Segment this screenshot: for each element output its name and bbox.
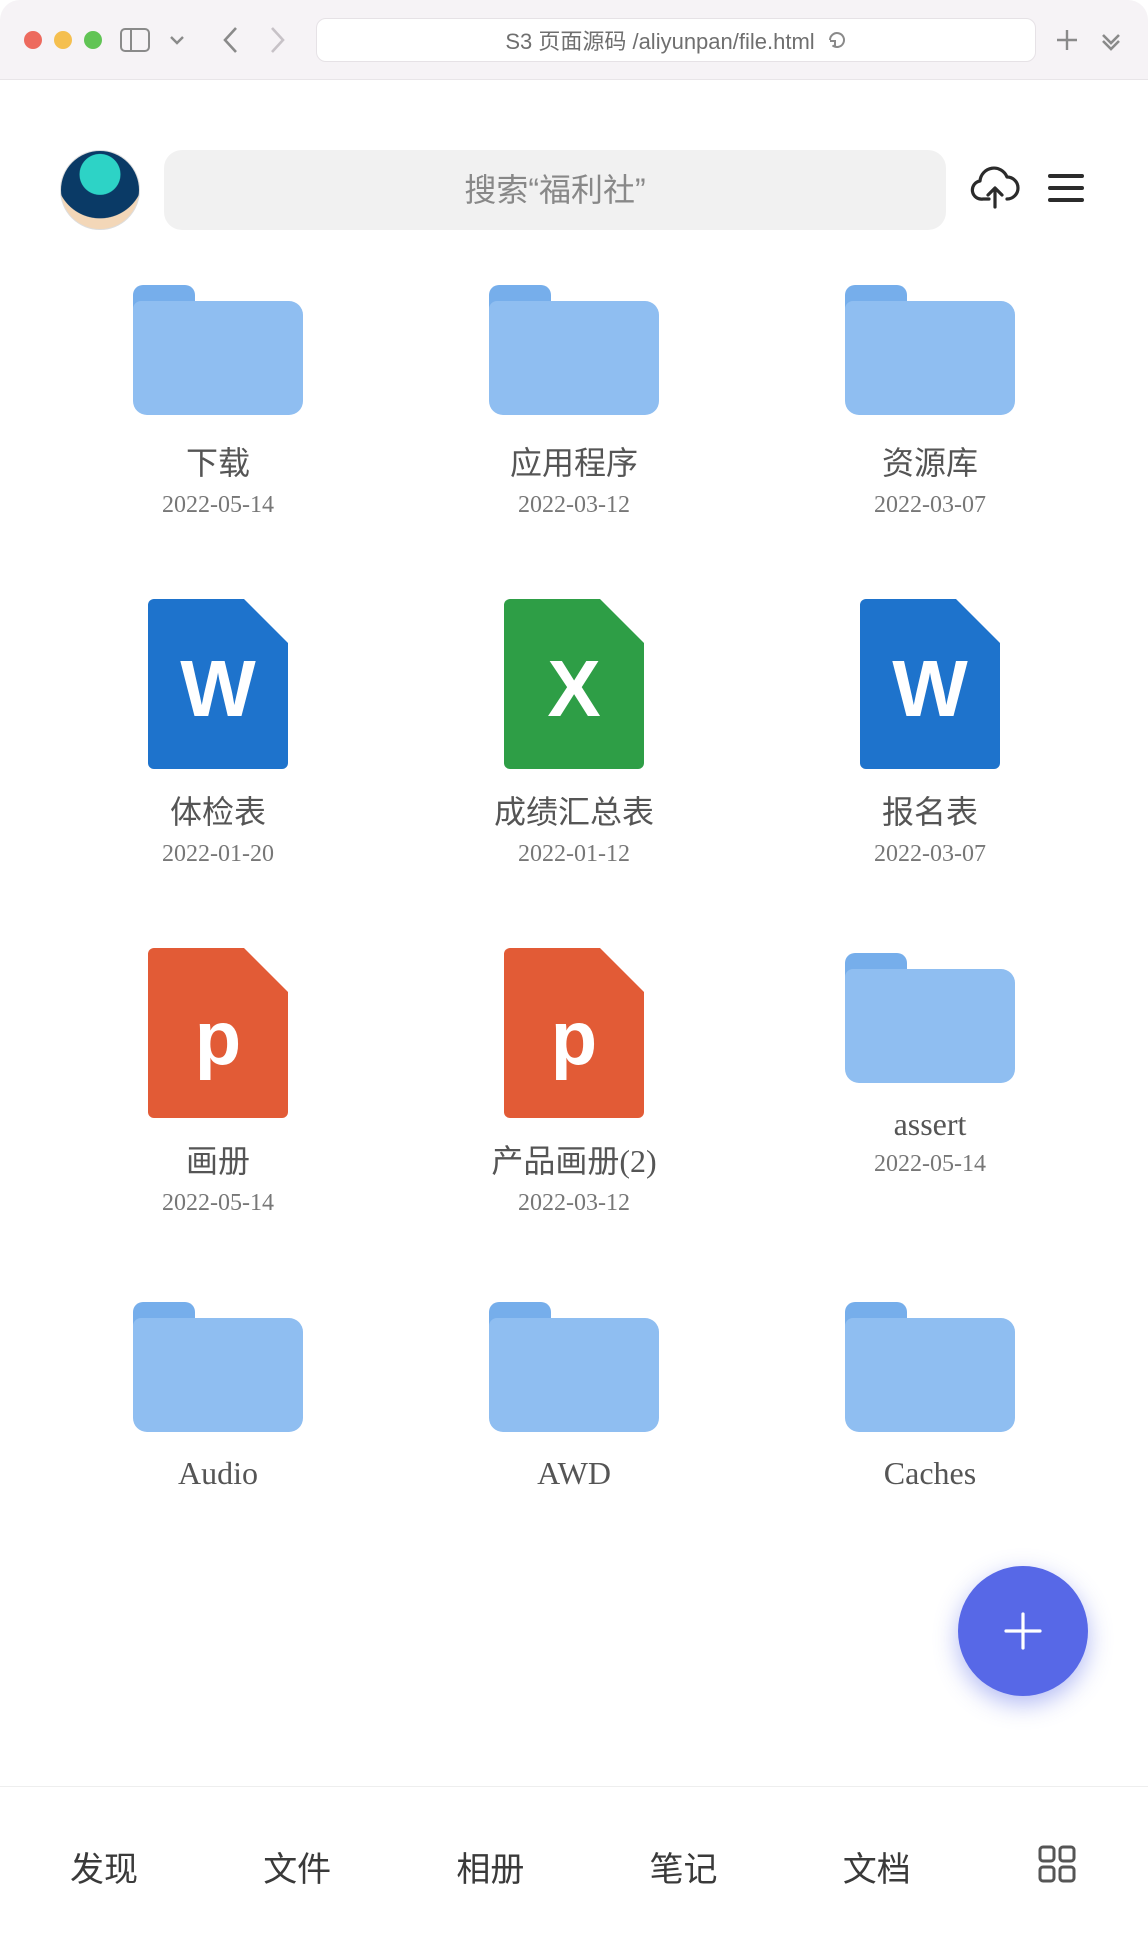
folder-icon — [133, 280, 303, 420]
file-name: assert — [894, 1106, 967, 1143]
file-name: Caches — [884, 1455, 976, 1492]
file-name: 资源库 — [882, 438, 978, 484]
file-name: 成绩汇总表 — [494, 787, 654, 833]
window-controls — [24, 31, 102, 49]
file-date: 2022-03-07 — [874, 492, 986, 519]
sidebar-toggle-icon[interactable] — [120, 28, 150, 52]
file-item[interactable]: Caches — [752, 1297, 1108, 1500]
close-window-icon[interactable] — [24, 31, 42, 49]
file-item[interactable]: W 体检表 2022-01-20 — [40, 599, 396, 868]
search-text-input[interactable] — [194, 172, 916, 209]
browser-toolbar: S3 页面源码 /aliyunpan/file.html — [0, 0, 1148, 80]
tab-files[interactable]: 文件 — [263, 1842, 331, 1891]
apps-grid-icon[interactable] — [1036, 1843, 1078, 1890]
file-item[interactable]: assert 2022-05-14 — [752, 948, 1108, 1217]
file-grid: 下载2022-05-14应用程序2022-03-12资源库2022-03-07W… — [0, 260, 1148, 1500]
tab-discover[interactable]: 发现 — [70, 1842, 138, 1891]
file-item[interactable]: 资源库 2022-03-07 — [752, 280, 1108, 519]
file-name: AWD — [537, 1455, 611, 1492]
new-tab-icon[interactable] — [1054, 27, 1080, 53]
minimize-window-icon[interactable] — [54, 31, 72, 49]
ppt-file-icon: p — [489, 948, 659, 1118]
file-date: 2022-05-14 — [162, 492, 274, 519]
nav-forward-icon[interactable] — [266, 25, 288, 55]
app-header — [0, 80, 1148, 260]
file-date: 2022-03-12 — [518, 1190, 630, 1217]
file-name: 报名表 — [882, 787, 978, 833]
nav-back-icon[interactable] — [220, 25, 242, 55]
file-date: 2022-01-20 — [162, 841, 274, 868]
file-name: 应用程序 — [510, 438, 638, 484]
folder-icon — [133, 1297, 303, 1437]
bottom-nav: 发现 文件 相册 笔记 文档 — [0, 1786, 1148, 1946]
file-date: 2022-05-14 — [162, 1190, 274, 1217]
file-item[interactable]: X 成绩汇总表 2022-01-12 — [396, 599, 752, 868]
reload-icon[interactable] — [827, 30, 847, 50]
add-button[interactable] — [958, 1566, 1088, 1696]
file-date: 2022-03-12 — [518, 492, 630, 519]
chevron-down-icon[interactable] — [168, 31, 186, 49]
file-item[interactable]: Audio — [40, 1297, 396, 1500]
folder-icon — [489, 1297, 659, 1437]
file-date: 2022-01-12 — [518, 841, 630, 868]
overflow-icon[interactable] — [1098, 27, 1124, 53]
ppt-file-icon: p — [133, 948, 303, 1118]
file-item[interactable]: 下载 2022-05-14 — [40, 280, 396, 519]
file-name: 画册 — [186, 1136, 250, 1182]
file-name: Audio — [178, 1455, 258, 1492]
file-date: 2022-03-07 — [874, 841, 986, 868]
folder-icon — [845, 280, 1015, 420]
folder-icon — [845, 948, 1015, 1088]
word-file-icon: W — [133, 599, 303, 769]
folder-icon — [845, 1297, 1015, 1437]
tab-album[interactable]: 相册 — [456, 1842, 524, 1891]
menu-icon[interactable] — [1044, 166, 1088, 215]
file-item[interactable]: p 画册 2022-05-14 — [40, 948, 396, 1217]
avatar[interactable] — [60, 150, 140, 230]
excel-file-icon: X — [489, 599, 659, 769]
file-grid-viewport: 下载2022-05-14应用程序2022-03-12资源库2022-03-07W… — [0, 260, 1148, 1780]
zoom-window-icon[interactable] — [84, 31, 102, 49]
file-item[interactable]: p 产品画册(2) 2022-03-12 — [396, 948, 752, 1217]
file-item[interactable]: W 报名表 2022-03-07 — [752, 599, 1108, 868]
search-input[interactable] — [164, 150, 946, 230]
url-bar[interactable]: S3 页面源码 /aliyunpan/file.html — [316, 18, 1036, 62]
file-name: 体检表 — [170, 787, 266, 833]
file-name: 产品画册(2) — [491, 1136, 656, 1182]
file-date: 2022-05-14 — [874, 1151, 986, 1178]
tab-docs[interactable]: 文档 — [843, 1842, 911, 1891]
url-text: S3 页面源码 /aliyunpan/file.html — [505, 24, 814, 56]
tab-notes[interactable]: 笔记 — [650, 1842, 718, 1891]
file-item[interactable]: 应用程序 2022-03-12 — [396, 280, 752, 519]
word-file-icon: W — [845, 599, 1015, 769]
folder-icon — [489, 280, 659, 420]
file-name: 下载 — [186, 438, 250, 484]
cloud-upload-icon[interactable] — [970, 163, 1020, 218]
file-item[interactable]: AWD — [396, 1297, 752, 1500]
